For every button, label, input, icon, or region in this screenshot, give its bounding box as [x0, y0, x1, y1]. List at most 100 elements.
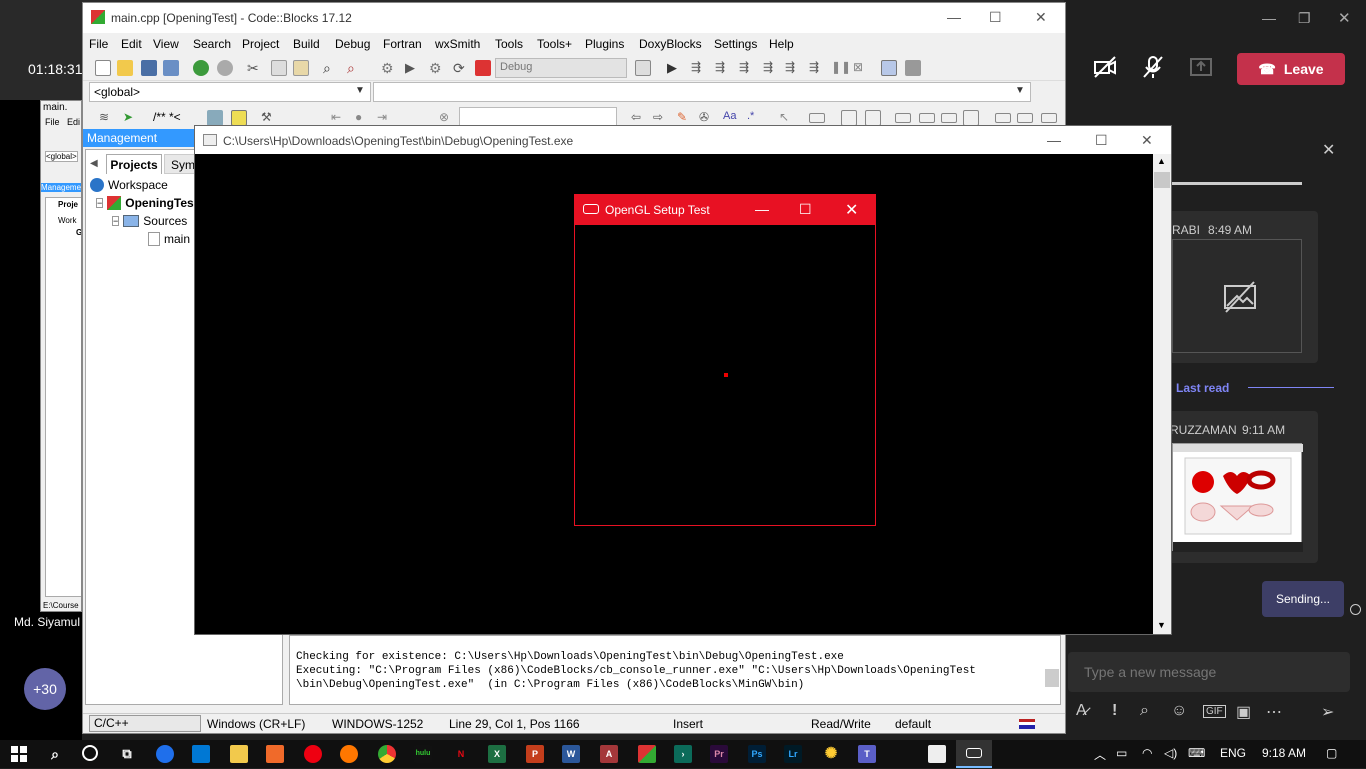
match-case-icon[interactable]: Aa — [723, 110, 739, 126]
select-icon[interactable]: ↖ — [779, 110, 795, 126]
app-icon[interactable]: › — [674, 745, 692, 763]
menu-build[interactable]: Build — [293, 37, 320, 51]
file-explorer-icon[interactable] — [230, 745, 248, 763]
undo-icon[interactable] — [193, 60, 209, 76]
debug-icon[interactable]: ▶ — [667, 60, 683, 76]
opengl-taskbar-item[interactable] — [956, 740, 992, 768]
sticker-icon[interactable]: ▣ — [1236, 702, 1251, 722]
doxy-help-icon[interactable] — [231, 110, 247, 126]
shape-break-icon[interactable] — [1017, 113, 1033, 123]
store-icon[interactable] — [192, 745, 210, 763]
app-icon[interactable] — [266, 745, 284, 763]
close-chat-icon[interactable]: ✕ — [1322, 140, 1335, 160]
menu-tools-plus[interactable]: Tools+ — [537, 37, 572, 51]
collapse-icon[interactable]: − — [96, 198, 104, 208]
lightroom-icon[interactable]: Lr — [784, 745, 802, 763]
next-line-icon[interactable]: ⇶ — [715, 60, 731, 76]
target-options-icon[interactable] — [635, 60, 651, 76]
tree-sources[interactable]: − Sources — [112, 214, 187, 228]
premiere-icon[interactable]: Pr — [710, 745, 728, 763]
shape-rect-icon[interactable] — [809, 113, 825, 123]
compiler-toolbar-icon[interactable]: ≋ — [99, 110, 115, 126]
menu-tools[interactable]: Tools — [495, 37, 523, 51]
scope-chevron-down-icon[interactable]: ▼ — [355, 85, 365, 96]
shape-decision-icon[interactable] — [865, 110, 881, 126]
prev-bookmark-icon[interactable]: ⇤ — [331, 110, 347, 126]
console-minimize-icon[interactable]: — — [1047, 132, 1061, 148]
symbol-chevron-down-icon[interactable]: ▼ — [1015, 85, 1025, 96]
replace-icon[interactable]: ⌕ — [347, 60, 363, 76]
search-icon[interactable]: ⌕ — [46, 745, 64, 763]
find-icon[interactable]: ⌕ — [323, 60, 339, 76]
menu-settings[interactable]: Settings — [714, 37, 757, 51]
opengl-minimize-icon[interactable]: — — [755, 201, 769, 217]
tree-workspace[interactable]: Workspace — [90, 178, 168, 192]
next-instruction-icon[interactable]: ⇶ — [785, 60, 801, 76]
teams-restore-icon[interactable]: ❐ — [1298, 10, 1311, 27]
highlight-icon[interactable]: ✎ — [677, 110, 693, 126]
doxy-wizard-icon[interactable] — [207, 110, 223, 126]
chrome-icon[interactable] — [378, 745, 396, 763]
camera-off-icon[interactable] — [1090, 54, 1120, 84]
send-icon[interactable]: ➢ — [1321, 702, 1334, 722]
excel-icon[interactable]: X — [488, 745, 506, 763]
access-icon[interactable]: A — [600, 745, 618, 763]
mic-muted-icon[interactable] — [1138, 54, 1168, 84]
message-input[interactable] — [1068, 652, 1350, 692]
next-bookmark-icon[interactable]: ⇥ — [377, 110, 393, 126]
battery-icon[interactable]: ▭ — [1116, 746, 1127, 760]
input-language[interactable]: ENG — [1220, 746, 1246, 760]
tree-project[interactable]: − OpeningTes — [96, 196, 194, 210]
image-placeholder[interactable] — [1172, 239, 1302, 353]
leave-button[interactable]: ☎ Leave — [1237, 53, 1345, 85]
step-instruction-icon[interactable]: ⇶ — [809, 60, 825, 76]
important-icon[interactable]: ! — [1112, 702, 1117, 720]
redo-icon[interactable] — [217, 60, 233, 76]
scroll-down-icon[interactable]: ▼ — [1157, 620, 1166, 630]
run-to-cursor-icon[interactable]: ⇶ — [691, 60, 707, 76]
clock[interactable]: 9:18 AM — [1262, 746, 1306, 760]
menu-doxyblocks[interactable]: DoxyBlocks — [639, 37, 702, 51]
build-run-icon[interactable]: ⚙ — [429, 60, 445, 76]
app-icon[interactable] — [928, 745, 946, 763]
abort-icon[interactable] — [475, 60, 491, 76]
menu-debug[interactable]: Debug — [335, 37, 370, 51]
wifi-icon[interactable]: ◠ — [1142, 746, 1152, 760]
share-screen-icon[interactable] — [1186, 54, 1216, 84]
cortana-icon[interactable] — [82, 745, 98, 761]
jump-icon[interactable]: ➤ — [123, 110, 139, 126]
clear-search-icon[interactable]: ⊗ — [439, 110, 455, 126]
teams-close-icon[interactable]: ✕ — [1338, 9, 1351, 27]
opengl-close-icon[interactable]: ✕ — [845, 200, 858, 220]
shape-while-icon[interactable] — [919, 113, 935, 123]
save-all-icon[interactable] — [163, 60, 179, 76]
open-icon[interactable] — [117, 60, 133, 76]
scroll-thumb[interactable] — [1154, 172, 1170, 188]
run-icon[interactable]: ▶ — [405, 60, 421, 76]
build-icon[interactable]: ⚙ — [381, 60, 397, 76]
app-icon[interactable]: ✺ — [822, 745, 840, 763]
shape-instr-icon[interactable] — [995, 113, 1011, 123]
cut-icon[interactable]: ✂ — [247, 60, 263, 76]
notifications-icon[interactable]: ▢ — [1326, 746, 1337, 760]
build-log[interactable]: Checking for existence: C:\Users\Hp\Down… — [289, 635, 1061, 705]
menu-edit[interactable]: Edit — [121, 37, 142, 51]
opera-icon[interactable] — [304, 745, 322, 763]
keyboard-icon[interactable]: ⌨ — [1188, 746, 1205, 760]
volume-icon[interactable]: ◁) — [1164, 746, 1177, 760]
shape-for-icon[interactable] — [941, 113, 957, 123]
codeblocks-taskbar-icon[interactable] — [638, 745, 656, 763]
copy-icon[interactable] — [271, 60, 287, 76]
more-options-icon[interactable]: ⋯ — [1266, 702, 1282, 722]
netflix-icon[interactable]: N — [452, 745, 470, 763]
comment-button[interactable]: /** *< — [153, 110, 181, 124]
new-file-icon[interactable] — [95, 60, 111, 76]
tray-chevron-up-icon[interactable]: ︿ — [1094, 746, 1106, 763]
menu-view[interactable]: View — [153, 37, 179, 51]
search-next-icon[interactable]: ⇨ — [653, 110, 669, 126]
debug-windows-icon[interactable] — [881, 60, 897, 76]
shape-block-icon[interactable] — [841, 110, 857, 126]
emoji-icon[interactable]: ☺ — [1171, 702, 1187, 720]
start-icon[interactable] — [10, 745, 28, 763]
firefox-icon[interactable] — [340, 745, 358, 763]
